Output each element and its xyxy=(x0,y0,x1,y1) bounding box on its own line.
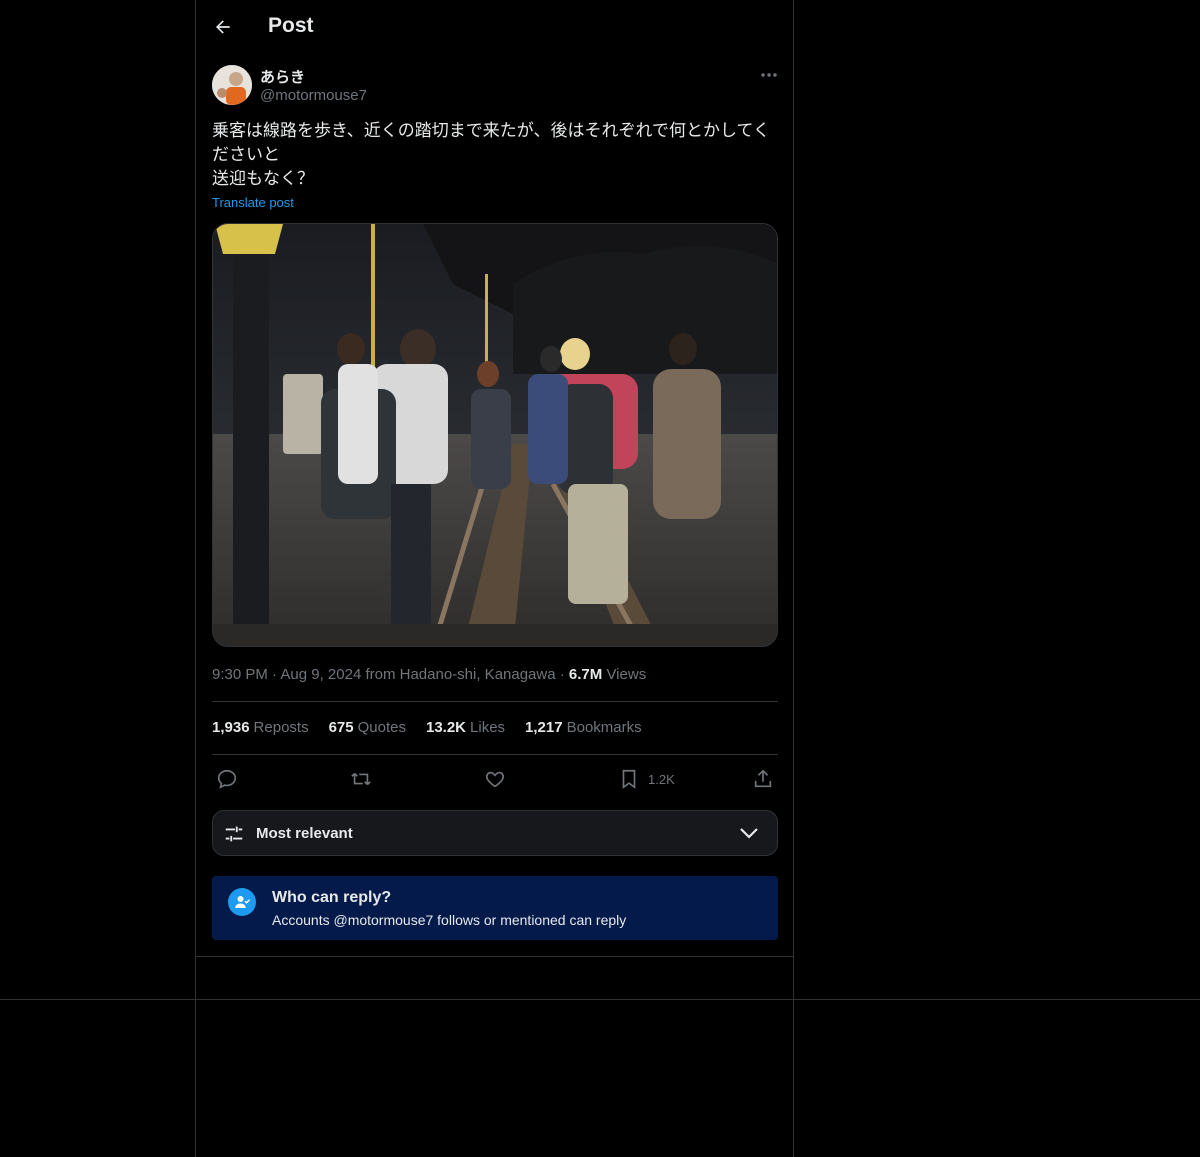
stat-quotes[interactable]: 675 Quotes xyxy=(329,719,406,736)
sort-label: Most relevant xyxy=(256,825,353,842)
heart-icon xyxy=(486,771,504,788)
bookmark-count: 1.2K xyxy=(648,771,675,787)
repost-button[interactable] xyxy=(349,764,373,794)
page-title: Post xyxy=(268,14,314,37)
bookmark-icon xyxy=(622,769,636,789)
post-date[interactable]: Aug 9, 2024 xyxy=(280,666,361,683)
reply-restriction-title: Who can reply? xyxy=(272,889,392,906)
back-button[interactable] xyxy=(212,16,234,38)
more-options-button[interactable] xyxy=(758,64,780,86)
user-check-icon xyxy=(228,888,256,916)
reply-restriction-notice: Who can reply? Accounts @motormouse7 fol… xyxy=(212,876,778,940)
more-icon xyxy=(761,73,777,77)
divider xyxy=(212,701,778,702)
post-meta: 9:30 PM · Aug 9, 2024 from Hadano-shi, K… xyxy=(212,666,646,683)
sliders-icon xyxy=(225,826,243,842)
action-bar: 1.2K xyxy=(212,764,778,794)
stat-likes[interactable]: 13.2K Likes xyxy=(426,719,505,736)
stat-bookmarks[interactable]: 1,217 Bookmarks xyxy=(525,719,642,736)
share-button[interactable] xyxy=(752,764,774,794)
like-button[interactable] xyxy=(484,764,506,794)
reply-restriction-subtitle: Accounts @motormouse7 follows or mention… xyxy=(272,912,627,928)
page-header: Post xyxy=(212,10,314,44)
bookmark-button[interactable]: 1.2K xyxy=(618,764,675,794)
share-icon xyxy=(754,769,772,788)
reply-sort-dropdown[interactable]: Most relevant xyxy=(212,810,778,856)
avatar[interactable] xyxy=(212,65,252,105)
views-label: Views xyxy=(606,666,647,683)
stat-reposts[interactable]: 1,936 Reposts xyxy=(212,719,309,736)
arrow-left-icon xyxy=(216,20,230,34)
meta-dot: · xyxy=(559,666,569,683)
post-time[interactable]: 9:30 PM xyxy=(212,666,268,683)
author-name[interactable]: あらき xyxy=(260,66,305,87)
views-count: 6.7M xyxy=(568,666,603,683)
chevron-down-icon xyxy=(740,828,758,839)
repost-icon xyxy=(351,772,371,786)
reply-icon xyxy=(217,769,237,789)
translate-post-link[interactable]: Translate post xyxy=(212,195,294,210)
divider xyxy=(212,754,778,755)
author-handle[interactable]: @motormouse7 xyxy=(260,87,367,104)
post-photo[interactable] xyxy=(212,223,778,647)
post-text: 乗客は線路を歩き、近くの踏切まで来たが、後はそれぞれで何とかしてください​と 送… xyxy=(212,121,770,188)
reply-button[interactable] xyxy=(216,764,238,794)
page-divider xyxy=(0,999,1200,1000)
post-location: from Hadano-shi, Kanagawa xyxy=(365,666,556,683)
engagement-stats: 1,936 Reposts 675 Quotes 13.2K Likes 1,217 B… xyxy=(212,719,642,736)
column-divider xyxy=(195,956,794,957)
